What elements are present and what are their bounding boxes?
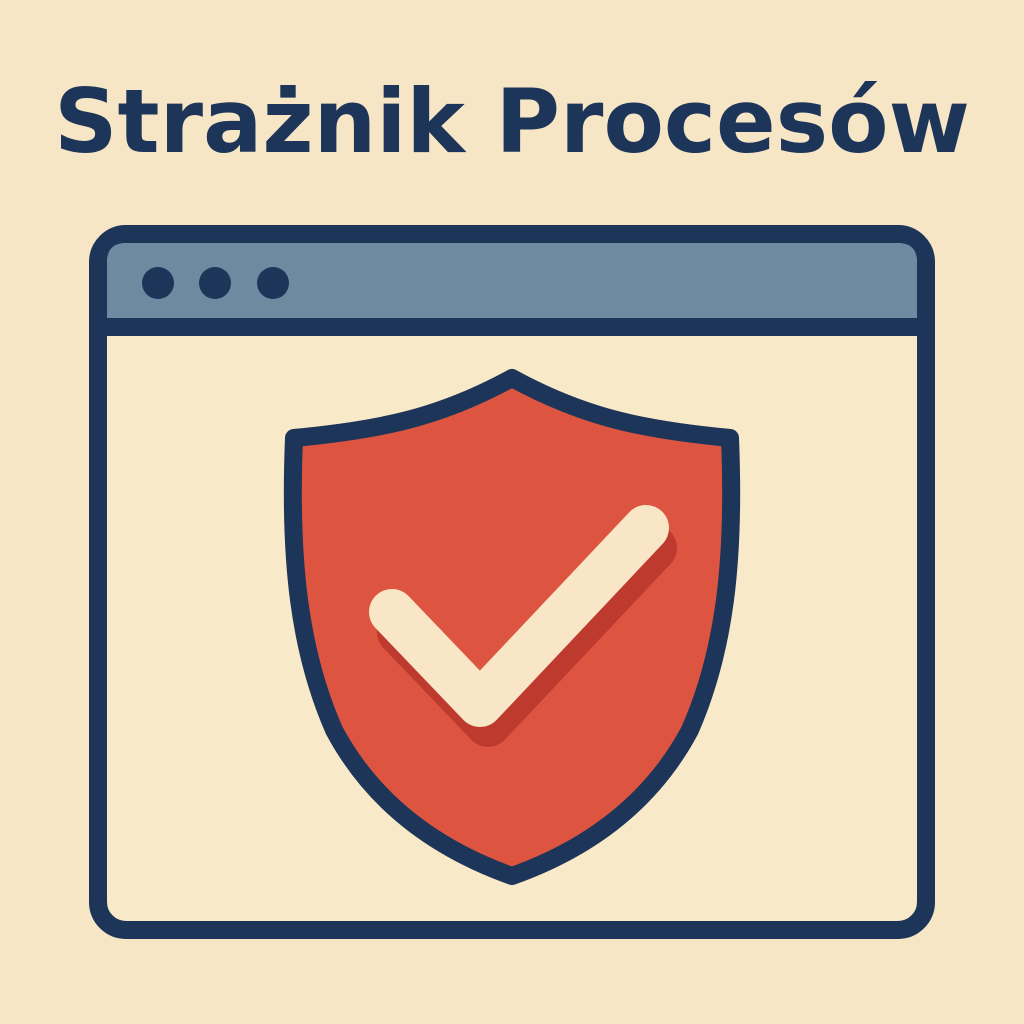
window-control-dot-icon[interactable] — [199, 267, 231, 299]
window-control-dot-icon[interactable] — [257, 267, 289, 299]
window-control-dot-icon[interactable] — [142, 267, 174, 299]
app-window — [89, 225, 935, 939]
